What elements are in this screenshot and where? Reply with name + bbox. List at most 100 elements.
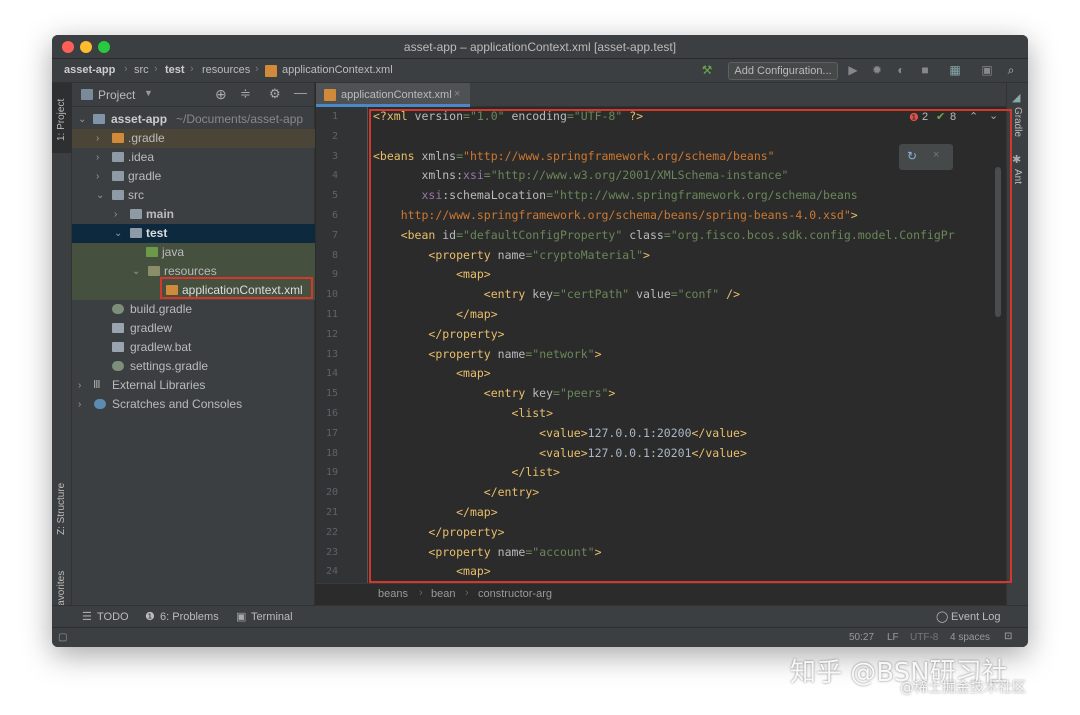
collapse-all-icon[interactable]: ≑ <box>240 86 251 102</box>
tab-applicationcontext[interactable]: applicationContext.xml × <box>316 83 470 107</box>
run-icon[interactable]: ▶ <box>846 63 860 77</box>
terminal-tool-button[interactable]: Terminal <box>251 611 293 623</box>
tree-item-scratches[interactable]: › Scratches and Consoles <box>72 395 315 414</box>
chevron-down-icon[interactable]: ⌄ <box>132 262 142 281</box>
search-icon[interactable]: ⌕ <box>1004 63 1018 77</box>
gradle-reload-icon[interactable]: ↻ <box>907 149 917 163</box>
breadcrumb-bean[interactable]: bean <box>431 588 455 600</box>
test-folder-icon <box>130 228 142 238</box>
chevron-right-icon: › <box>419 587 423 599</box>
chevron-down-icon[interactable]: ▼ <box>144 88 153 98</box>
editor-tab-bar: applicationContext.xml × <box>316 83 1006 107</box>
line-number: 17 <box>325 427 338 439</box>
tree-label: External Libraries <box>112 378 206 392</box>
todo-tool-button[interactable]: TODO <box>97 611 129 623</box>
code-line: xmlns:xsi="http://www.w3.org/2001/XMLSch… <box>421 168 789 183</box>
code-line: <map> <box>456 267 491 282</box>
vertical-scrollbar[interactable] <box>995 167 1001 317</box>
tree-item-gradlew[interactable]: gradlew <box>72 319 315 338</box>
chevron-down-icon[interactable]: ⌄ <box>78 110 88 129</box>
status-bar: ▢ 50:27 LF UTF-8 4 spaces ⊡ <box>52 627 1028 647</box>
breadcrumb-constructor-arg[interactable]: constructor-arg <box>478 588 552 600</box>
tree-label: gradlew <box>130 321 173 335</box>
tree-item-build-gradle[interactable]: build.gradle <box>72 300 315 319</box>
tree-item-settings-gradle[interactable]: settings.gradle <box>72 357 315 376</box>
tree-label: applicationContext.xml <box>182 283 303 297</box>
nav-crumb-resources[interactable]: resources <box>202 64 250 76</box>
text-file-icon <box>112 342 124 352</box>
locate-icon[interactable]: ⊕ <box>215 86 227 103</box>
line-number: 12 <box>325 328 338 340</box>
tree-item-resources[interactable]: ⌄ resources <box>72 262 315 281</box>
tree-item-applicationcontext[interactable]: applicationContext.xml <box>72 281 315 300</box>
nav-crumb-project[interactable]: asset-app <box>64 64 115 76</box>
gradle-file-icon <box>112 361 124 371</box>
chevron-right-icon[interactable]: › <box>96 148 106 167</box>
coverage-icon[interactable]: ◐ <box>894 63 908 77</box>
gradle-file-icon <box>112 304 124 314</box>
chevron-down-icon[interactable]: ⌄ <box>989 109 998 122</box>
gradle-icon[interactable]: ◢ <box>1012 91 1020 104</box>
line-number: 6 <box>331 210 338 221</box>
tree-item-src[interactable]: ⌄ src <box>72 186 315 205</box>
tree-label: build.gradle <box>130 302 193 316</box>
tree-path-hint: ~/Documents/asset-app <box>176 112 304 126</box>
gradle-tool-label[interactable]: Gradle <box>1012 107 1023 137</box>
line-separator[interactable]: LF <box>887 632 899 643</box>
layout-toggle-icon[interactable]: ▢ <box>58 632 67 643</box>
project-view-selector[interactable]: Project <box>98 88 135 102</box>
tree-item-main[interactable]: › main <box>72 205 315 224</box>
tree-item-gradle-hidden[interactable]: › .gradle <box>72 129 315 148</box>
gear-icon[interactable]: ⚙ <box>269 86 281 102</box>
load-gradle-changes-popup[interactable]: ↻ × <box>899 144 953 170</box>
layout-icon[interactable]: ▣ <box>980 63 994 77</box>
folder-icon <box>112 171 124 181</box>
close-icon[interactable]: × <box>454 88 460 100</box>
chevron-right-icon[interactable]: › <box>96 129 106 148</box>
nav-crumb-file[interactable]: applicationContext.xml <box>282 64 393 76</box>
tree-item-asset-app[interactable]: ⌄ asset-app ~/Documents/asset-app <box>72 110 315 129</box>
tree-item-gradle[interactable]: › gradle <box>72 167 315 186</box>
chevron-up-icon[interactable]: ⌃ <box>969 110 978 123</box>
tree-item-external-libraries[interactable]: › Ⅲ External Libraries <box>72 376 315 395</box>
chevron-right-icon[interactable]: › <box>78 376 88 395</box>
file-encoding[interactable]: UTF-8 <box>910 632 938 643</box>
tree-item-gradlew-bat[interactable]: gradlew.bat <box>72 338 315 357</box>
debug-icon[interactable]: ✹ <box>870 63 884 77</box>
lock-icon[interactable]: ⊡ <box>1004 631 1012 642</box>
chevron-right-icon[interactable]: › <box>114 205 124 224</box>
ant-tool-label[interactable]: Ant <box>1012 169 1023 184</box>
inspection-widget[interactable]: ❶ 2 ✔ 8 ⌃ ⌄ <box>909 109 1004 125</box>
tree-item-idea[interactable]: › .idea <box>72 148 315 167</box>
tree-item-test[interactable]: ⌄ test <box>72 224 315 243</box>
add-configuration-button[interactable]: Add Configuration... <box>728 62 838 80</box>
caret-position[interactable]: 50:27 <box>849 632 874 643</box>
nav-crumb-test[interactable]: test <box>165 64 185 76</box>
project-view-icon <box>81 89 93 100</box>
nav-crumb-src[interactable]: src <box>134 64 149 76</box>
event-log-button[interactable]: Event Log <box>951 611 1001 623</box>
chevron-right-icon[interactable]: › <box>96 167 106 186</box>
chevron-down-icon[interactable]: ⌄ <box>96 186 106 205</box>
tree-label: src <box>128 188 144 202</box>
hide-icon[interactable]: — <box>294 85 307 100</box>
chevron-down-icon[interactable]: ⌄ <box>114 224 124 243</box>
chevron-right-icon[interactable]: › <box>78 395 88 414</box>
line-number: 19 <box>325 467 338 479</box>
problems-tool-button[interactable]: 6: Problems <box>160 611 219 623</box>
navigation-bar: asset-app › src › test › resources › app… <box>52 59 1028 83</box>
ant-icon[interactable]: ✱ <box>1012 153 1021 166</box>
error-icon: ❶ <box>909 112 919 124</box>
tree-label: asset-app <box>111 112 168 126</box>
project-tool-label[interactable]: 1: Project <box>56 99 67 141</box>
tree-item-java[interactable]: java <box>72 243 315 262</box>
code-editor[interactable]: <?xml version="1.0" encoding="UTF-8" ?> … <box>369 107 1006 583</box>
breadcrumb-beans[interactable]: beans <box>378 588 408 600</box>
todo-icon: ☰ <box>82 611 92 623</box>
indent-setting[interactable]: 4 spaces <box>950 632 990 643</box>
structure-tool-label[interactable]: Z: Structure <box>56 483 67 535</box>
build-hammer-icon[interactable]: ⚒ <box>700 63 714 77</box>
close-icon[interactable]: × <box>933 149 939 161</box>
project-structure-icon[interactable]: ▦ <box>948 63 962 77</box>
stop-icon[interactable]: ■ <box>918 63 932 77</box>
